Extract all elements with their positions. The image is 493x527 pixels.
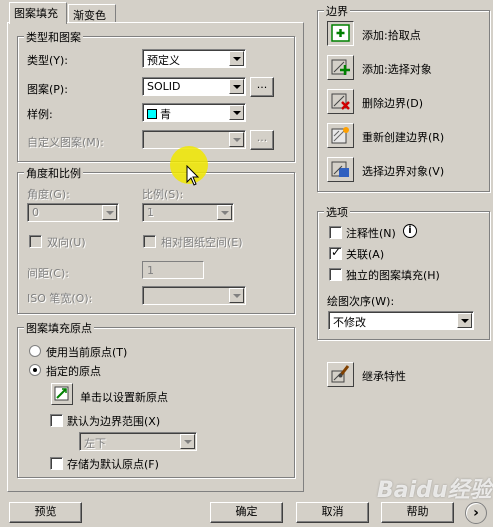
use-current-origin-radio[interactable] (29, 345, 41, 357)
type-label: 类型(Y): (27, 54, 69, 67)
options-title: 选项 (324, 204, 350, 220)
chevron-down-icon[interactable] (229, 132, 244, 147)
relative-paperspace-label: 相对图纸空间(E) (161, 236, 243, 249)
pick-origin-icon (54, 386, 69, 401)
double-label: 双向(U) (47, 236, 86, 249)
spacing-input[interactable]: 1 (142, 261, 204, 279)
recreate-boundary-icon (331, 127, 349, 144)
chevron-down-icon[interactable] (457, 313, 472, 328)
view-selections-label: 选择边界对象(V) (362, 165, 445, 178)
pattern-combo[interactable]: SOLID (142, 77, 246, 96)
inherit-properties-label: 继承特性 (362, 370, 406, 383)
store-default-label: 存储为默认原点(F) (67, 458, 159, 471)
scale-combo[interactable]: 1 (142, 203, 234, 222)
spacing-value: 1 (147, 264, 154, 277)
associative-label: 关联(A) (346, 248, 385, 261)
associative-checkbox[interactable] (329, 245, 342, 260)
annotative-label: 注释性(N) (346, 227, 396, 240)
chevron-down-icon[interactable] (102, 205, 117, 220)
remove-boundary-label: 删除边界(D) (362, 97, 424, 110)
draw-order-label: 绘图次序(W): (327, 295, 395, 308)
extent-position-value: 左下 (84, 437, 106, 450)
chevron-down-icon[interactable] (229, 79, 244, 94)
preview-button[interactable]: 预览 (9, 502, 82, 523)
extent-position-combo[interactable]: 左下 (79, 432, 197, 451)
more-options-icon[interactable]: › (465, 502, 487, 524)
default-extent-checkbox[interactable] (50, 414, 63, 427)
default-extent-label: 默认为边界范围(X) (67, 415, 161, 428)
view-selections-icon (331, 161, 349, 177)
angle-combo[interactable]: 0 (27, 203, 119, 222)
angle-scale-title: 角度和比例 (24, 165, 83, 181)
swatch-value: 青 (160, 108, 171, 121)
iso-pen-label: ISO 笔宽(O): (27, 292, 93, 305)
tab-gradient-label: 渐变色 (73, 9, 106, 22)
boundaries-title: 边界 (324, 3, 350, 19)
click-set-origin-label: 单击以设置新原点 (80, 391, 168, 404)
origin-title: 图案填充原点 (24, 320, 94, 336)
chevron-down-icon[interactable] (229, 288, 244, 303)
inherit-brush-icon (331, 365, 350, 383)
type-pattern-title: 类型和图案 (24, 29, 83, 45)
watermark-text: Baidu经验 (377, 478, 492, 503)
ok-button[interactable]: 确定 (210, 502, 283, 523)
set-origin-button[interactable] (51, 383, 73, 405)
separate-hatch-label: 独立的图案填充(H) (346, 269, 440, 282)
help-button[interactable]: 帮助 (381, 502, 454, 523)
remove-boundary-button[interactable] (327, 89, 354, 114)
annotative-checkbox[interactable] (329, 226, 342, 239)
pattern-label: 图案(P): (27, 83, 68, 96)
swatch-label: 样例: (27, 108, 53, 121)
chevron-down-icon[interactable] (229, 105, 244, 120)
inherit-properties-button[interactable] (327, 362, 354, 387)
use-current-origin-label: 使用当前原点(T) (46, 346, 128, 359)
add-select-objects-button[interactable] (327, 55, 354, 80)
cancel-button[interactable]: 取消 (296, 502, 369, 523)
recreate-boundary-button[interactable] (327, 123, 354, 148)
scale-value: 1 (147, 206, 154, 219)
angle-label: 角度(G): (27, 188, 70, 201)
draw-order-combo[interactable]: 不修改 (328, 311, 474, 330)
add-pick-point-button[interactable] (327, 21, 354, 46)
add-select-objects-label: 添加:选择对象 (362, 63, 432, 76)
spacing-label: 间距(C): (27, 267, 69, 280)
add-select-objects-icon (331, 59, 350, 75)
type-value: 预定义 (147, 54, 180, 67)
type-combo[interactable]: 预定义 (142, 49, 246, 68)
chevron-down-icon[interactable] (229, 51, 244, 66)
mouse-pointer-icon (186, 165, 200, 186)
swatch-color-box (147, 109, 157, 119)
pattern-browse-button[interactable]: ... (250, 77, 274, 97)
view-selections-button[interactable] (327, 157, 354, 182)
add-pick-point-icon (331, 24, 350, 42)
draw-order-value: 不修改 (333, 316, 366, 329)
relative-paperspace-checkbox[interactable] (143, 235, 156, 248)
chevron-down-icon[interactable] (217, 205, 232, 220)
iso-pen-combo[interactable] (142, 286, 246, 305)
specified-origin-label: 指定的原点 (46, 365, 101, 378)
double-checkbox[interactable] (29, 235, 42, 248)
tab-hatch-label: 图案填充 (14, 7, 58, 20)
custom-browse-button[interactable]: ... (250, 130, 274, 150)
angle-value: 0 (32, 206, 39, 219)
recreate-boundary-label: 重新创建边界(R) (362, 131, 445, 144)
add-pick-point-label: 添加:拾取点 (362, 29, 421, 42)
store-default-checkbox[interactable] (50, 457, 63, 470)
separate-hatch-checkbox[interactable] (329, 268, 342, 281)
tab-hatch[interactable]: 图案填充 (9, 2, 67, 24)
pattern-value: SOLID (147, 80, 181, 93)
info-icon[interactable]: i (403, 224, 417, 238)
tab-gradient[interactable]: 渐变色 (68, 4, 116, 23)
scale-label: 比例(S): (142, 188, 184, 201)
custom-pattern-label: 自定义图案(M): (27, 136, 104, 149)
remove-boundary-icon (331, 93, 350, 110)
specified-origin-radio[interactable] (29, 364, 41, 376)
swatch-combo[interactable]: 青 (142, 103, 246, 122)
chevron-down-icon[interactable] (180, 434, 195, 449)
